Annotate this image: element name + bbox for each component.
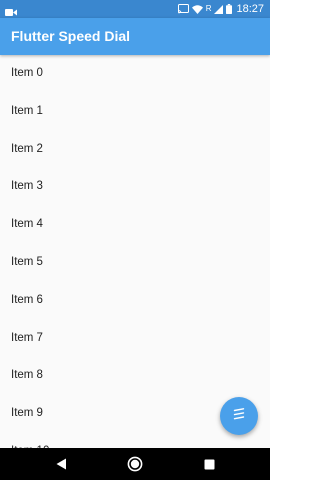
- recents-icon[interactable]: [200, 455, 218, 473]
- list-item[interactable]: Item 5: [0, 244, 270, 282]
- list-item[interactable]: Item 10: [0, 433, 270, 448]
- network-type-label: R: [205, 4, 212, 13]
- list-item[interactable]: Item 3: [0, 168, 270, 206]
- app-title: Flutter Speed Dial: [11, 28, 131, 44]
- wifi-icon: [191, 4, 203, 14]
- cellular-signal-icon: [214, 4, 224, 14]
- clock: 18:27: [236, 3, 264, 15]
- back-icon[interactable]: [52, 455, 70, 473]
- list-item[interactable]: Item 1: [0, 93, 270, 131]
- menu-icon: [232, 407, 246, 425]
- cast-icon: [177, 4, 189, 14]
- list-item[interactable]: Item 7: [0, 320, 270, 358]
- item-list[interactable]: Item 0 Item 1 Item 2 Item 3 Item 4 Item …: [0, 55, 270, 448]
- list-item[interactable]: Item 8: [0, 357, 270, 395]
- home-icon[interactable]: [126, 455, 144, 473]
- phone-screen: R 18:27 Flutter Speed Dial Item 0 Item 1…: [0, 0, 270, 480]
- list-item[interactable]: Item 6: [0, 282, 270, 320]
- status-bar: R 18:27: [0, 0, 270, 18]
- list-item[interactable]: Item 0: [0, 55, 270, 93]
- status-icons: R 18:27: [177, 0, 264, 18]
- navigation-bar: [0, 448, 270, 480]
- list-item[interactable]: Item 2: [0, 131, 270, 169]
- list-item[interactable]: Item 4: [0, 206, 270, 244]
- app-bar: Flutter Speed Dial: [0, 18, 270, 55]
- speed-dial-button[interactable]: [220, 397, 258, 435]
- battery-icon: [226, 4, 233, 14]
